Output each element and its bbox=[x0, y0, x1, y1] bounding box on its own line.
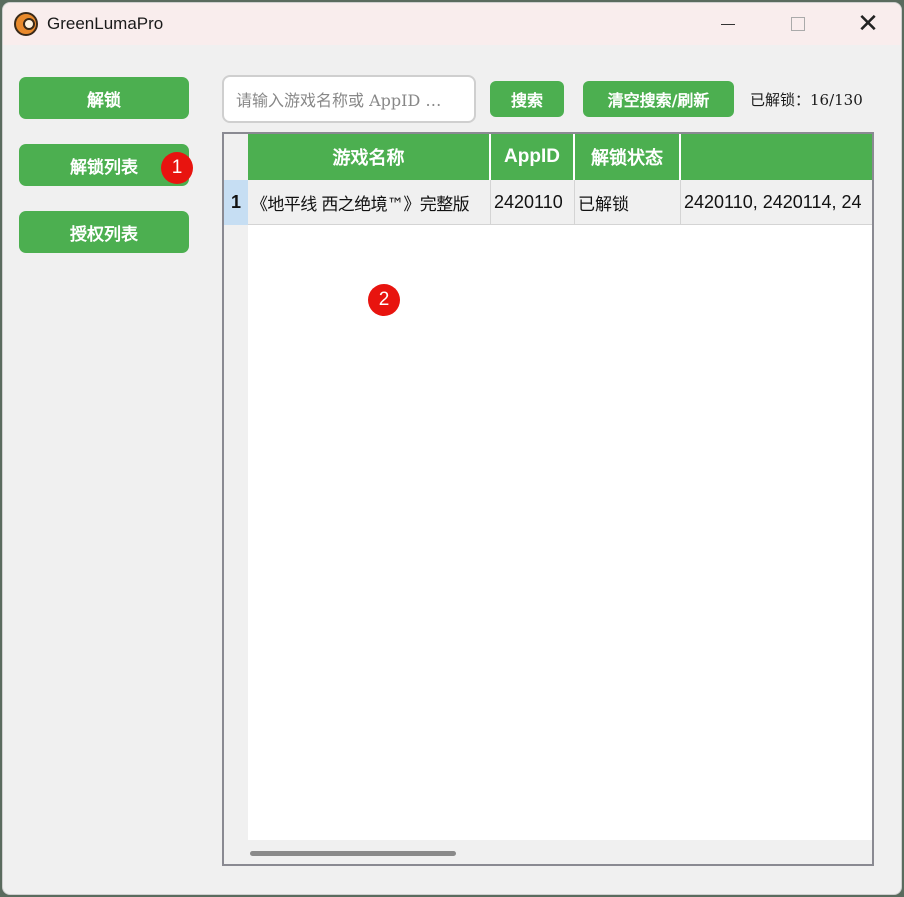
table-corner[interactable] bbox=[224, 134, 248, 180]
column-header-unlock-status[interactable]: 解锁状态 bbox=[575, 134, 681, 180]
window-title: GreenLumaPro bbox=[47, 14, 164, 33]
column-header-depots[interactable] bbox=[681, 134, 872, 180]
close-icon: ✕ bbox=[857, 9, 879, 39]
games-table[interactable]: 游戏名称 AppID 解锁状态 1 《地平线 西之绝境™》完整版 2420110… bbox=[222, 132, 874, 866]
maximize-button[interactable] bbox=[775, 3, 821, 45]
table-cell-appid[interactable]: 2420110 bbox=[491, 180, 575, 225]
horizontal-scrollbar-thumb[interactable] bbox=[250, 851, 456, 856]
unlock-count-label: 已解锁：16/130 bbox=[750, 91, 863, 109]
unlock-button[interactable]: 解锁 bbox=[19, 77, 189, 119]
close-button[interactable]: ✕ bbox=[845, 3, 891, 45]
row-header[interactable]: 1 bbox=[224, 180, 248, 225]
title-bar[interactable]: GreenLumaPro ✕ bbox=[3, 3, 901, 45]
row-header-gutter bbox=[224, 225, 248, 840]
steam-logo-icon bbox=[14, 12, 38, 36]
annotation-marker-2: 2 bbox=[368, 284, 400, 316]
clear-refresh-button[interactable]: 清空搜索/刷新 bbox=[583, 81, 734, 117]
minimize-icon bbox=[721, 23, 735, 25]
column-header-game-name[interactable]: 游戏名称 bbox=[248, 134, 491, 180]
table-cell-game-name[interactable]: 《地平线 西之绝境™》完整版 bbox=[248, 180, 491, 225]
table-cell-unlock-status[interactable]: 已解锁 bbox=[575, 180, 681, 225]
search-button[interactable]: 搜索 bbox=[490, 81, 564, 117]
annotation-marker-1: 1 bbox=[161, 152, 193, 184]
app-window: GreenLumaPro ✕ 解锁 解锁列表 授权列表 请输入游戏名称或 App… bbox=[2, 2, 902, 895]
table-cell-depots[interactable]: 2420110, 2420114, 24 bbox=[681, 180, 872, 225]
maximize-icon bbox=[791, 17, 805, 31]
search-input[interactable]: 请输入游戏名称或 AppID … bbox=[222, 75, 476, 123]
column-header-appid[interactable]: AppID bbox=[491, 134, 575, 180]
license-list-button[interactable]: 授权列表 bbox=[19, 211, 189, 253]
minimize-button[interactable] bbox=[705, 3, 751, 45]
